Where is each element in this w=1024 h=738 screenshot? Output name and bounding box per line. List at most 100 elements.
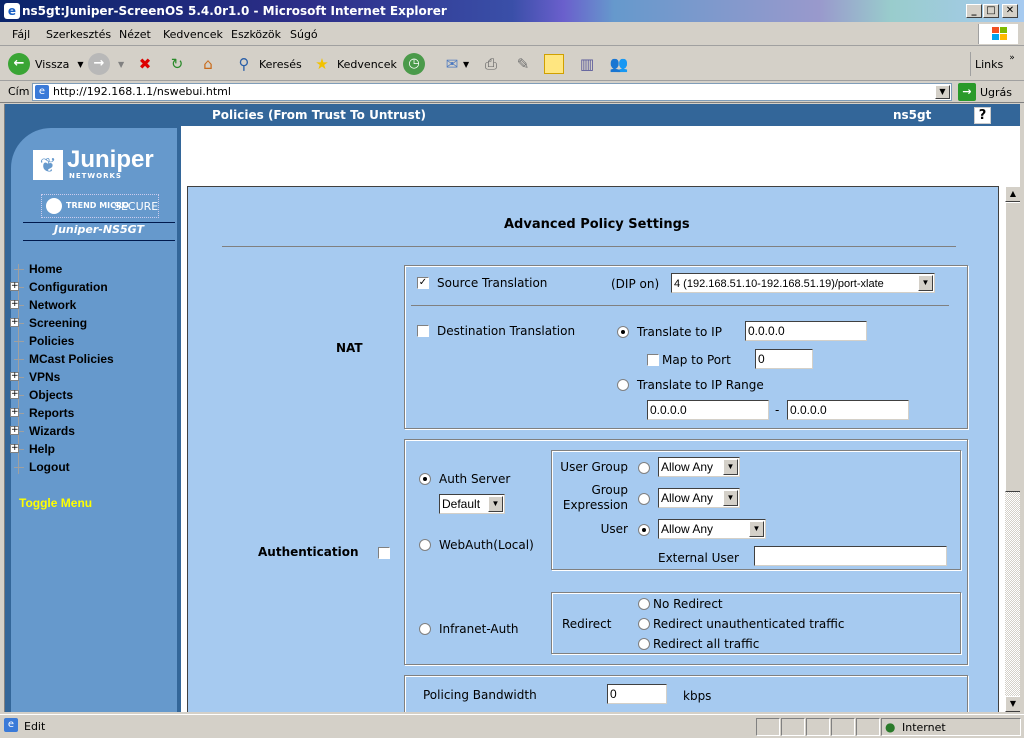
authentication-checkbox[interactable] (378, 547, 390, 559)
infranet-auth-radio[interactable] (419, 623, 431, 635)
sidebar-item-logout[interactable]: Logout (5, 458, 175, 476)
menu-edit[interactable]: Szerkesztés (46, 28, 111, 41)
divider (23, 240, 175, 241)
sidebar-item-wizards[interactable]: + Wizards (5, 422, 175, 440)
star-icon: ★ (315, 55, 329, 73)
sidebar-item-objects[interactable]: + Objects (5, 386, 175, 404)
favorites-button[interactable]: ★ Kedvencek (311, 52, 397, 76)
back-dropdown-icon[interactable]: ▼ (77, 60, 83, 69)
minimize-button[interactable]: _ (966, 4, 982, 18)
source-translation-label: Source Translation (437, 276, 548, 290)
translate-to-ip-input[interactable]: 0.0.0.0 (745, 321, 867, 341)
translate-to-ip-range-radio[interactable] (617, 379, 629, 391)
expand-icon[interactable]: + (10, 444, 19, 453)
user-radio[interactable] (638, 524, 650, 536)
home-button[interactable]: ⌂ (197, 52, 219, 76)
menu-help[interactable]: Súgó (290, 28, 318, 41)
messenger-button[interactable]: 👥 (608, 52, 630, 76)
sidebar-item-configuration[interactable]: + Configuration (5, 278, 175, 296)
group-expression-radio[interactable] (638, 493, 650, 505)
user-group-label: User Group (560, 460, 628, 474)
edit-button[interactable]: ✎ (512, 52, 534, 76)
mail-button[interactable]: ✉ ▼ (441, 52, 469, 76)
user-select[interactable]: Allow Any ▼ (658, 519, 766, 539)
source-translation-checkbox[interactable]: ✓ (417, 277, 429, 289)
translate-to-ip-label: Translate to IP (637, 325, 722, 339)
go-arrow-icon: → (958, 83, 976, 101)
help-button[interactable]: ? (974, 107, 991, 124)
menu-favorites[interactable]: Kedvencek (163, 28, 223, 41)
expand-icon[interactable]: + (10, 408, 19, 417)
webauth-radio[interactable] (419, 539, 431, 551)
sidebar-item-mcast-policies[interactable]: MCast Policies (5, 350, 175, 368)
url-input[interactable]: e http://192.168.1.1/nswebui.html ▼ (32, 83, 952, 101)
back-button[interactable]: ← Vissza ▼ (8, 52, 83, 76)
history-button[interactable]: ◷ (403, 52, 425, 76)
expand-icon[interactable]: + (10, 282, 19, 291)
tree-connector (14, 269, 24, 270)
leaf-logo-icon: ❦ (33, 150, 63, 180)
forward-button[interactable]: → ▼ (88, 52, 124, 76)
expand-icon[interactable]: + (10, 318, 19, 327)
sidebar-item-label: Network (29, 298, 77, 312)
page-status-icon: e (4, 718, 18, 732)
trend-micro-logo: TREND MICRO SECURE (41, 194, 159, 218)
auth-server-select[interactable]: Default ▼ (439, 494, 505, 514)
tree-connector (14, 341, 24, 342)
redirect-unauthenticated-radio[interactable] (638, 618, 650, 630)
sidebar-item-policies[interactable]: Policies (5, 332, 175, 350)
print-button[interactable]: ⎙ (480, 52, 502, 76)
redirect-all-radio[interactable] (638, 638, 650, 650)
scroll-thumb[interactable] (1005, 202, 1020, 492)
user-group-radio[interactable] (638, 462, 650, 474)
research-button[interactable]: ▥ (576, 52, 598, 76)
vertical-scrollbar[interactable]: ▲ ▼ (1005, 186, 1020, 712)
stop-button[interactable]: ✖ (134, 52, 156, 76)
maximize-button[interactable]: □ (983, 4, 999, 18)
close-button[interactable]: ✕ (1002, 4, 1018, 18)
window-title-bar: e ns5gt:Juniper-ScreenOS 5.4.0r1.0 - Mic… (0, 0, 1024, 22)
map-to-port-input[interactable]: 0 (755, 349, 813, 369)
dip-select[interactable]: 4 (192.168.51.10-192.168.51.19)/port-xla… (671, 273, 935, 293)
sidebar-item-network[interactable]: + Network (5, 296, 175, 314)
translate-to-ip-radio[interactable] (617, 326, 629, 338)
links-button[interactable]: Links» (970, 52, 1015, 76)
sidebar-item-home[interactable]: Home (5, 260, 175, 278)
window-title: ns5gt:Juniper-ScreenOS 5.4.0r1.0 - Micro… (22, 4, 447, 18)
no-redirect-radio[interactable] (638, 598, 650, 610)
auth-server-radio[interactable] (419, 473, 431, 485)
expand-icon[interactable]: + (10, 372, 19, 381)
scroll-up-button[interactable]: ▲ (1005, 186, 1020, 202)
authentication-label: Authentication (258, 545, 359, 559)
toggle-menu-link[interactable]: Toggle Menu (19, 496, 92, 510)
destination-translation-checkbox[interactable] (417, 325, 429, 337)
group-expression-select[interactable]: Allow Any ▼ (658, 488, 740, 508)
sidebar-item-label: Help (29, 442, 56, 456)
expand-icon[interactable]: + (10, 390, 19, 399)
search-button[interactable]: ⚲ Keresés (233, 52, 302, 76)
user-options-box: User Group Allow Any ▼ Group Expression Al… (551, 450, 961, 570)
ip-range-from-input[interactable]: 0.0.0.0 (647, 400, 769, 420)
expand-icon[interactable]: + (10, 426, 19, 435)
device-model: Juniper-NS5GT (54, 223, 144, 236)
sidebar-item-vpns[interactable]: + VPNs (5, 368, 175, 386)
refresh-button[interactable]: ↻ (166, 52, 188, 76)
discuss-button[interactable] (544, 52, 564, 76)
menu-file[interactable]: Fájl (12, 28, 30, 41)
sidebar-item-screening[interactable]: + Screening (5, 314, 175, 332)
forward-dropdown-icon[interactable]: ▼ (118, 60, 124, 69)
policing-bandwidth-input[interactable]: 0 (607, 684, 667, 704)
user-group-select[interactable]: Allow Any ▼ (658, 457, 740, 477)
go-button[interactable]: → Ugrás (958, 83, 1012, 101)
map-to-port-checkbox[interactable] (647, 354, 659, 366)
expand-icon[interactable]: + (10, 300, 19, 309)
menu-view[interactable]: Nézet (119, 28, 151, 41)
url-dropdown-button[interactable]: ▼ (935, 85, 950, 99)
scroll-down-button[interactable]: ▼ (1005, 696, 1020, 712)
external-user-input[interactable] (754, 546, 947, 566)
sidebar-item-label: Screening (29, 316, 88, 330)
ip-range-to-input[interactable]: 0.0.0.0 (787, 400, 909, 420)
menu-tools[interactable]: Eszközök (231, 28, 281, 41)
sidebar-item-help[interactable]: + Help (5, 440, 175, 458)
sidebar-item-reports[interactable]: + Reports (5, 404, 175, 422)
